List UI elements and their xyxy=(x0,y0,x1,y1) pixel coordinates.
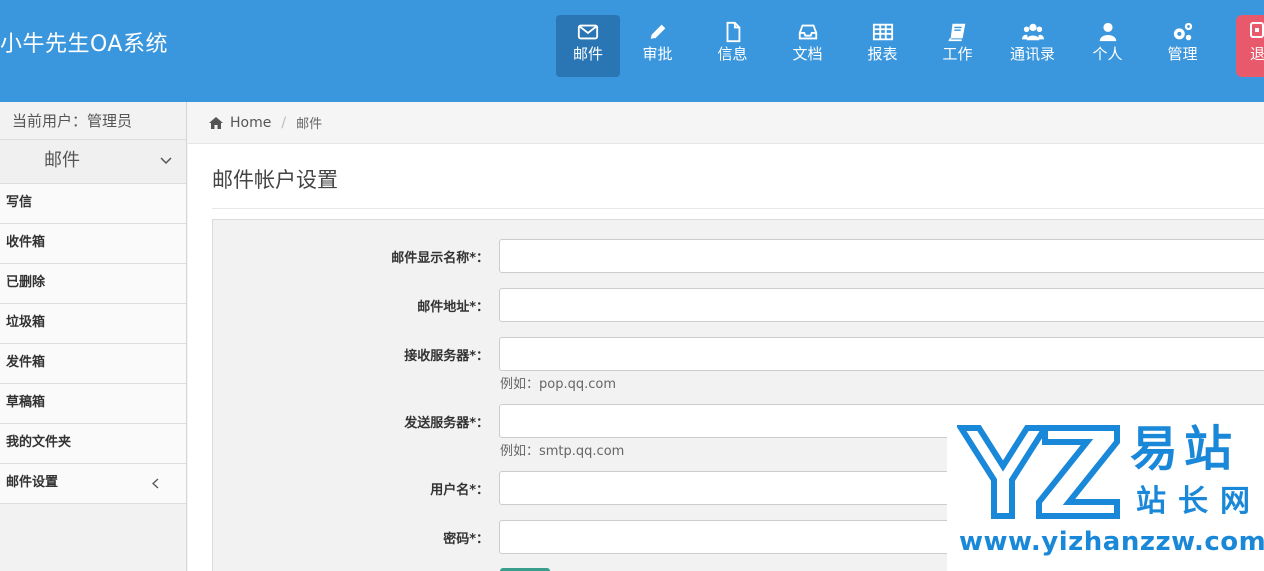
watermark-url: www.yizhanzzw.com xyxy=(959,527,1264,557)
nav-item-reports[interactable]: 报表 xyxy=(845,15,920,77)
sidebar-item-inbox[interactable]: 收件箱 xyxy=(0,224,186,264)
incoming-server-label: 接收服务器*： xyxy=(404,349,489,364)
sidebar-item-label: 我的文件夹 xyxy=(6,435,72,450)
sidebar-section-mail[interactable]: 邮件 xyxy=(0,140,186,184)
watermark: 易站 站长网 www.yizhanzzw.com xyxy=(947,414,1264,571)
sidebar-section-label: 邮件 xyxy=(44,150,80,171)
nav-label: 审批 xyxy=(642,45,673,63)
sidebar-item-label: 草稿箱 xyxy=(6,395,46,410)
logout-icon xyxy=(1250,22,1264,38)
sidebar-item-label: 垃圾箱 xyxy=(6,315,46,330)
nav-item-approval[interactable]: 审批 xyxy=(620,15,695,77)
user-icon xyxy=(1099,22,1116,42)
page-title: 邮件帐户设置 xyxy=(212,168,338,192)
sidebar-item-compose[interactable]: 写信 xyxy=(0,184,186,224)
incoming-server-input[interactable] xyxy=(499,337,1264,371)
book-icon xyxy=(947,23,965,42)
nav-label: 邮件 xyxy=(572,45,603,63)
watermark-cn-bottom: 站长网 xyxy=(1136,484,1262,519)
main-nav: 邮件 审批 信息 文档 报表 工作 通讯录 个人 管理 xyxy=(556,15,1220,77)
pencil-icon xyxy=(650,24,665,40)
logout-button[interactable]: 退 xyxy=(1236,15,1264,77)
nav-label: 通讯录 xyxy=(1009,45,1055,63)
nav-item-work[interactable]: 工作 xyxy=(920,15,995,77)
sidebar-item-deleted[interactable]: 已删除 xyxy=(0,264,186,304)
watermark-cn-top: 易站 xyxy=(1130,421,1239,477)
nav-item-personal[interactable]: 个人 xyxy=(1070,15,1145,77)
breadcrumb-current: 邮件 xyxy=(296,117,323,132)
home-icon xyxy=(209,116,223,129)
chevron-down-icon xyxy=(160,157,172,165)
username-label: 用户名*： xyxy=(430,483,489,498)
sidebar: 当前用户：管理员 邮件 写信 收件箱 已删除 垃圾箱 发件箱 草稿箱 我的文件夹… xyxy=(0,102,187,571)
sidebar-item-trash[interactable]: 垃圾箱 xyxy=(0,304,186,344)
nav-item-contacts[interactable]: 通讯录 xyxy=(995,15,1070,77)
breadcrumb: Home / 邮件 xyxy=(188,102,1264,144)
password-label: 密码*： xyxy=(443,532,489,547)
sidebar-item-label: 邮件设置 xyxy=(6,475,59,490)
sidebar-item-label: 已删除 xyxy=(6,275,46,290)
outgoing-server-help: 例如：smtp.qq.com xyxy=(500,444,625,459)
nav-label: 管理 xyxy=(1167,45,1198,63)
sidebar-item-label: 收件箱 xyxy=(6,235,46,250)
logout-label: 退 xyxy=(1250,45,1264,63)
outgoing-server-label: 发送服务器*： xyxy=(404,416,489,431)
sidebar-item-my-folders[interactable]: 我的文件夹 xyxy=(0,424,186,464)
nav-label: 个人 xyxy=(1092,45,1123,63)
sidebar-item-drafts[interactable]: 草稿箱 xyxy=(0,384,186,424)
nav-item-admin[interactable]: 管理 xyxy=(1145,15,1220,77)
title-divider xyxy=(212,208,1264,209)
nav-label: 报表 xyxy=(867,45,898,63)
current-user: 当前用户：管理员 xyxy=(0,102,186,140)
nav-item-mail[interactable]: 邮件 xyxy=(556,15,620,77)
table-icon xyxy=(872,23,893,41)
sidebar-item-sent[interactable]: 发件箱 xyxy=(0,344,186,384)
sidebar-item-label: 发件箱 xyxy=(6,355,46,370)
breadcrumb-home-link[interactable]: Home xyxy=(230,115,271,131)
display-name-label: 邮件显示名称*： xyxy=(391,251,489,266)
envelope-icon xyxy=(577,24,599,40)
nav-item-docs[interactable]: 文档 xyxy=(770,15,845,77)
nav-item-info[interactable]: 信息 xyxy=(695,15,770,77)
nav-label: 工作 xyxy=(942,45,973,63)
nav-label: 信息 xyxy=(717,45,748,63)
email-address-input[interactable] xyxy=(499,288,1264,322)
inbox-icon xyxy=(798,24,817,40)
app-title: 小牛先生OA系统 xyxy=(0,32,168,57)
watermark-logo xyxy=(957,425,1120,519)
email-address-label: 邮件地址*： xyxy=(417,300,489,315)
top-header: 小牛先生OA系统 邮件 审批 信息 文档 报表 工作 通讯录 个人 管理 退 xyxy=(0,0,1264,102)
chevron-left-icon xyxy=(152,478,159,489)
file-icon xyxy=(726,21,740,43)
sidebar-item-label: 写信 xyxy=(6,195,33,210)
nav-label: 文档 xyxy=(792,45,823,63)
sidebar-item-mail-settings[interactable]: 邮件设置 xyxy=(0,464,186,504)
gears-icon xyxy=(1173,22,1192,41)
breadcrumb-separator: / xyxy=(281,114,287,131)
incoming-server-help: 例如：pop.qq.com xyxy=(500,377,616,392)
users-icon xyxy=(1021,23,1044,41)
display-name-input[interactable] xyxy=(499,239,1264,273)
